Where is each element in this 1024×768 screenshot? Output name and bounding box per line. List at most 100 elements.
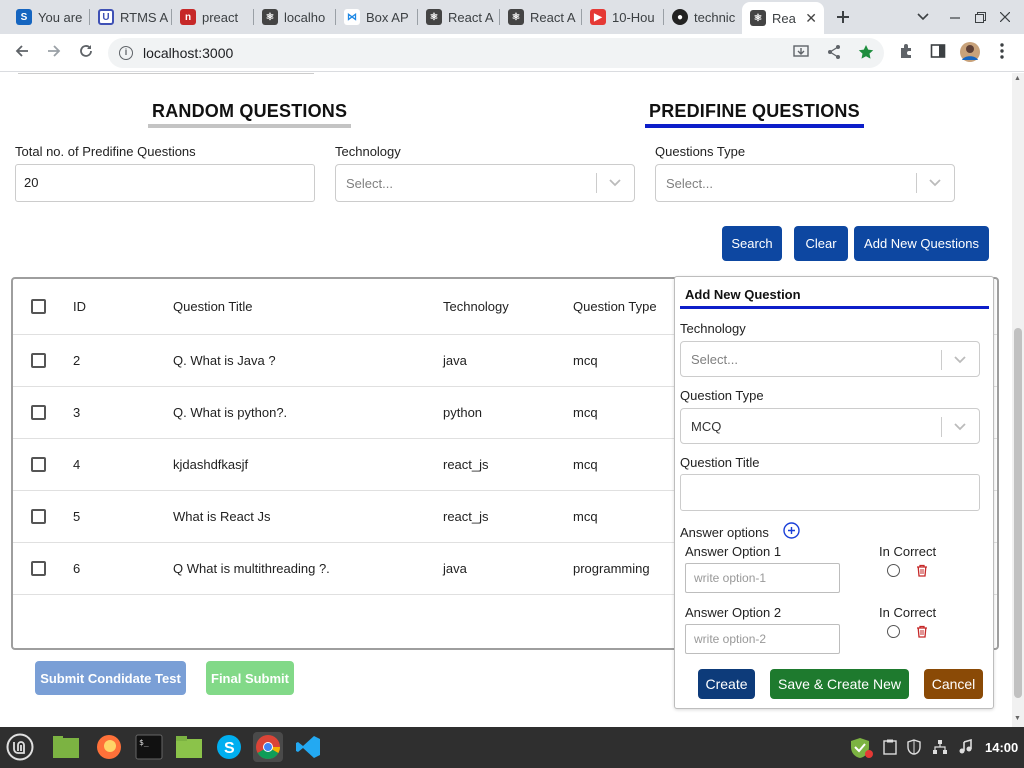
delete-option-icon[interactable]	[916, 625, 928, 638]
back-icon[interactable]	[10, 41, 34, 65]
new-tab-icon[interactable]	[836, 0, 850, 34]
skype-icon[interactable]: S	[214, 732, 244, 762]
cell-title: Q. What is Java ?	[173, 353, 276, 368]
sidepanel-icon[interactable]	[926, 41, 950, 65]
menu-kebab-icon[interactable]	[990, 41, 1014, 65]
share-icon[interactable]	[826, 44, 842, 64]
page-scrollbar[interactable]: ▲ ▼	[1012, 73, 1024, 727]
search-button[interactable]: Search	[722, 226, 782, 261]
browser-tab-active[interactable]: ⚛ Rea ✕	[742, 2, 824, 34]
chrome-icon[interactable]	[253, 732, 283, 762]
question-type-filter-select[interactable]: Select...	[655, 164, 955, 202]
select-value: MCQ	[691, 419, 722, 434]
forward-icon[interactable]	[42, 41, 66, 65]
panel-technology-select[interactable]: Select...	[680, 341, 980, 377]
chevron-down-icon	[954, 356, 966, 364]
clear-button[interactable]: Clear	[794, 226, 848, 261]
react-icon: ⚛	[262, 9, 278, 25]
correct-radio[interactable]	[887, 564, 900, 577]
row-checkbox[interactable]	[31, 509, 46, 524]
tab-search-icon[interactable]	[917, 0, 929, 34]
cell-type: mcq	[573, 405, 598, 420]
volume-icon[interactable]	[958, 738, 974, 758]
browser-tab[interactable]: ⋈ Box AP	[336, 0, 418, 34]
cell-id: 4	[73, 457, 81, 472]
tab-predefine-questions[interactable]: PREDIFINE QUESTIONS	[645, 101, 864, 128]
extensions-icon[interactable]	[894, 41, 918, 65]
row-checkbox[interactable]	[31, 405, 46, 420]
cell-technology: java	[443, 353, 467, 368]
address-bar[interactable]: i localhost:3000	[108, 38, 884, 68]
technology-filter-label: Technology	[335, 144, 401, 159]
browser-tab[interactable]: ⚛ localho	[254, 0, 336, 34]
close-window-icon[interactable]	[1000, 0, 1010, 34]
folder-icon[interactable]	[174, 732, 204, 762]
update-shield-icon[interactable]	[850, 737, 874, 762]
youtube-icon: ▶	[590, 9, 606, 25]
close-tab-icon[interactable]: ✕	[805, 10, 817, 27]
scroll-down-icon[interactable]: ▼	[1014, 715, 1021, 722]
avatar[interactable]	[958, 41, 982, 65]
column-header-technology: Technology	[443, 299, 509, 314]
u-icon: U	[98, 9, 114, 25]
browser-tab[interactable]: S You are	[8, 0, 90, 34]
vscode-icon[interactable]	[293, 732, 323, 762]
scrollbar-thumb[interactable]	[1014, 328, 1022, 698]
restore-icon[interactable]	[975, 0, 986, 34]
add-option-icon[interactable]	[783, 522, 800, 539]
add-new-questions-button[interactable]: Add New Questions	[854, 226, 989, 261]
final-submit-button[interactable]: Final Submit	[206, 661, 294, 695]
reload-icon[interactable]	[74, 41, 98, 65]
question-title-input[interactable]	[680, 474, 980, 511]
browser-tab[interactable]: n preact	[172, 0, 254, 34]
mint-menu-icon[interactable]	[5, 732, 35, 762]
cancel-button[interactable]: Cancel	[924, 669, 983, 699]
cell-title: Q. What is python?.	[173, 405, 288, 420]
react-icon: ⚛	[426, 9, 442, 25]
question-type-filter-label: Questions Type	[655, 144, 746, 159]
panel-question-type-select[interactable]: MCQ	[680, 408, 980, 444]
url-text[interactable]: localhost:3000	[143, 45, 233, 61]
firefox-icon[interactable]	[94, 732, 124, 762]
cell-technology: react_js	[443, 457, 489, 472]
bookmark-star-icon[interactable]	[858, 44, 874, 64]
shield-icon[interactable]	[906, 739, 922, 758]
cell-title: kjdashdfkasjf	[173, 457, 249, 472]
total-questions-input[interactable]: 20	[15, 164, 315, 202]
os-taskbar: $_ S 14:00	[0, 727, 1024, 768]
browser-tab[interactable]: ▶ 10-Hou	[582, 0, 664, 34]
browser-tab[interactable]: U RTMS A	[90, 0, 172, 34]
tab-random-questions[interactable]: RANDOM QUESTIONS	[148, 101, 352, 128]
answer-option-input[interactable]: write option-1	[685, 563, 840, 593]
scroll-up-icon[interactable]: ▲	[1014, 75, 1021, 82]
tab-predefine-label: PREDIFINE QUESTIONS	[649, 101, 860, 121]
select-all-checkbox[interactable]	[31, 299, 46, 314]
page-content: RANDOM QUESTIONS PREDIFINE QUESTIONS Tot…	[0, 73, 1012, 727]
row-checkbox[interactable]	[31, 353, 46, 368]
create-button[interactable]: Create	[698, 669, 755, 699]
select-placeholder: Select...	[346, 176, 393, 191]
terminal-icon[interactable]: $_	[134, 732, 164, 762]
browser-tab[interactable]: ⚛ React A	[500, 0, 582, 34]
delete-option-icon[interactable]	[916, 564, 928, 577]
panel-title-underline	[680, 306, 989, 309]
correct-radio[interactable]	[887, 625, 900, 638]
install-icon[interactable]	[793, 44, 809, 64]
row-checkbox[interactable]	[31, 457, 46, 472]
submit-candidate-test-button[interactable]: Submit Condidate Test	[35, 661, 186, 695]
minimize-icon[interactable]	[950, 0, 960, 34]
chevron-down-icon	[929, 179, 941, 187]
browser-tab[interactable]: ⚛ React A	[418, 0, 500, 34]
clipboard-icon[interactable]	[883, 739, 897, 758]
row-checkbox[interactable]	[31, 561, 46, 576]
technology-filter-select[interactable]: Select...	[335, 164, 635, 202]
files-icon[interactable]	[51, 732, 81, 762]
answer-options-label: Answer options	[680, 525, 769, 540]
browser-tab[interactable]: ● technic	[664, 0, 742, 34]
site-info-icon[interactable]: i	[119, 46, 133, 60]
save-create-new-button[interactable]: Save & Create New	[770, 669, 909, 699]
network-icon[interactable]	[932, 739, 948, 758]
tab-label: localho	[284, 9, 326, 25]
answer-option-input[interactable]: write option-2	[685, 624, 840, 654]
cell-technology: python	[443, 405, 483, 420]
